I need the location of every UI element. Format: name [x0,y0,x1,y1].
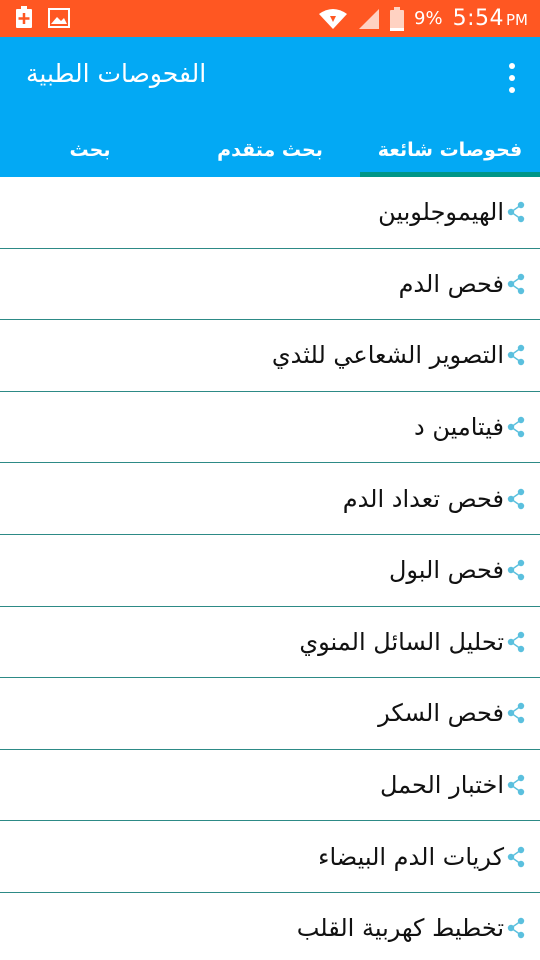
tests-list: الهيموجلوبين فحص الدم التصوير الشعاعي لل… [0,177,540,960]
list-item[interactable]: الهيموجلوبين [0,177,540,249]
share-icon [507,918,525,939]
list-item-label: اختبار الحمل [379,771,504,800]
share-icon [507,846,525,867]
tab-advanced-search[interactable]: بحث متقدم [180,129,360,177]
battery-charging-notification-icon [16,6,32,28]
system-status: 9% 5:54 PM [318,0,528,37]
image-notification-icon [48,8,70,28]
list-item-label: فحص البول [388,556,504,585]
battery-percent: 9% [414,8,443,29]
list-item-label: فيتامين د [414,413,504,442]
list-item[interactable]: فحص الدم [0,249,540,321]
share-icon [507,345,525,366]
tab-bar: بحث بحث متقدم فحوصات شائعة [0,129,540,177]
list-item-label: تحليل السائل المنوي [299,627,504,656]
list-item[interactable]: التصوير الشعاعي للثدي [0,320,540,392]
share-icon [507,273,525,295]
share-icon [507,774,525,796]
share-icon [507,488,525,509]
list-item[interactable]: فحص السكر [0,678,540,750]
list-item[interactable]: تخطيط كهربية القلب [0,893,540,960]
list-item-label: كريات الدم البيضاء [318,842,504,871]
clock-time: 5:54 [452,6,504,31]
tab-common-tests[interactable]: فحوصات شائعة [360,129,540,177]
list-item[interactable]: فحص تعداد الدم [0,463,540,535]
app-bar: الفحوصات الطبية بحث بحث متقدم فحوصات شائ… [0,37,540,177]
share-icon [507,631,525,653]
share-icon [507,703,525,724]
list-item-label: تخطيط كهربية القلب [296,914,504,943]
list-item-label: الهيموجلوبين [378,198,504,227]
clock: 5:54 PM [453,6,528,31]
clock-ampm: PM [506,11,528,29]
list-item-label: فحص تعداد الدم [342,484,504,513]
list-item[interactable]: فيتامين د [0,392,540,464]
share-icon [507,416,525,438]
wifi-icon [319,8,348,29]
notification-icons [14,6,70,30]
list-item[interactable]: كريات الدم البيضاء [0,821,540,893]
list-item-label: فحص الدم [398,269,504,298]
signal-icon [359,8,380,29]
battery-icon [390,6,405,31]
status-bar: 9% 5:54 PM [0,0,540,37]
tab-search[interactable]: بحث [0,129,180,177]
overflow-menu-icon[interactable] [506,63,518,93]
list-item-label: فحص السكر [378,699,504,728]
share-icon [507,560,525,581]
list-item[interactable]: فحص البول [0,535,540,607]
list-item-label: التصوير الشعاعي للثدي [271,341,504,370]
share-icon [507,202,525,223]
list-item[interactable]: اختبار الحمل [0,750,540,822]
app-title: الفحوصات الطبية [26,59,207,88]
list-item[interactable]: تحليل السائل المنوي [0,607,540,679]
